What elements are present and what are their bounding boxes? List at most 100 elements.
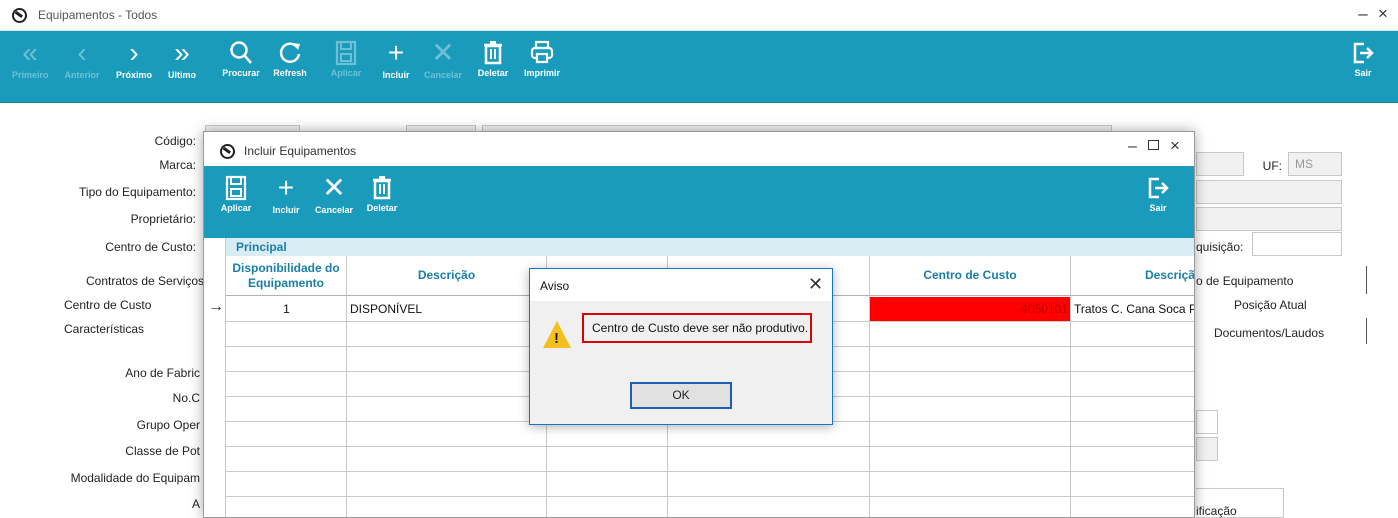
tab-divider bbox=[1366, 318, 1367, 344]
chevron-right-icon: › bbox=[129, 37, 139, 68]
aviso-close-button[interactable]: ✕ bbox=[808, 274, 823, 295]
aviso-title-bar: Aviso ✕ bbox=[530, 269, 832, 301]
aviso-dialog: Aviso ✕ ! Centro de Custo deve ser não p… bbox=[529, 268, 833, 425]
row-marker-arrow: → bbox=[208, 298, 224, 315]
dialog-close-button[interactable]: × bbox=[1170, 136, 1180, 156]
dialog-title-bar: Incluir Equipamentos – × bbox=[204, 132, 1194, 166]
search-button[interactable]: Procurar bbox=[218, 31, 264, 103]
tipo-equipamento-label: Tipo do Equipamento: bbox=[79, 185, 196, 199]
tab-divider bbox=[1366, 266, 1367, 294]
dialog-toolbar: Aplicar + Incluir ✕ Cancelar Deletar Sai… bbox=[204, 166, 1194, 238]
chevron-left-icon: ‹ bbox=[77, 37, 87, 68]
tab-contratos[interactable]: Contratos de Serviços bbox=[86, 274, 204, 288]
trash-icon bbox=[373, 176, 391, 200]
column-header-descricao-2[interactable]: Descriçã bbox=[1071, 256, 1194, 296]
dialog-maximize-button[interactable] bbox=[1148, 140, 1159, 150]
a-label: A bbox=[191, 497, 200, 511]
classe-label: Classe de Pot bbox=[125, 444, 200, 458]
tab-tipo-equipamento[interactable]: o de Equipamento bbox=[1196, 274, 1293, 288]
trash-icon bbox=[484, 41, 502, 65]
plus-icon: + bbox=[387, 37, 405, 68]
double-chevron-left-icon: « bbox=[22, 37, 38, 68]
grid-row-line bbox=[226, 496, 1194, 497]
tab-documentos-laudos[interactable]: Documentos/Laudos bbox=[1214, 326, 1324, 340]
grid-column bbox=[226, 296, 347, 517]
dialog-title: Incluir Equipamentos bbox=[244, 144, 357, 158]
uf-label: UF: bbox=[1262, 159, 1282, 173]
right-field-1[interactable] bbox=[1196, 410, 1218, 434]
column-header-descricao[interactable]: Descrição bbox=[347, 256, 547, 296]
marca-label: Marca: bbox=[159, 158, 196, 172]
cell-descricao[interactable]: DISPONÍVEL bbox=[350, 297, 545, 321]
ok-button[interactable]: OK bbox=[630, 382, 732, 409]
aviso-title: Aviso bbox=[540, 279, 570, 293]
centro-custo-label: Centro de Custo: bbox=[105, 240, 196, 254]
save-icon bbox=[335, 40, 357, 66]
last-button[interactable]: » Ultimo bbox=[162, 31, 202, 103]
cell-disponibilidade[interactable]: 1 bbox=[226, 297, 347, 321]
dialog-include-button[interactable]: + Incluir bbox=[268, 166, 304, 238]
dialog-delete-button[interactable]: Deletar bbox=[362, 166, 402, 238]
row-indicator-gutter bbox=[204, 238, 226, 517]
plus-icon: + bbox=[277, 172, 295, 203]
main-toolbar: « Primeiro ‹ Anterior › Próximo » Ultimo… bbox=[0, 31, 1398, 103]
identificacao-label: ificação bbox=[1196, 504, 1237, 518]
save-icon bbox=[225, 175, 247, 201]
next-button[interactable]: › Próximo bbox=[112, 31, 156, 103]
dialog-exit-button[interactable]: Sair bbox=[1140, 166, 1176, 238]
app-icon bbox=[12, 8, 27, 23]
window-title: Equipamentos - Todos bbox=[38, 8, 158, 22]
exit-icon bbox=[1148, 177, 1169, 199]
cell-descricao-2[interactable]: Tratos C. Cana Soca P bbox=[1074, 297, 1194, 321]
column-header-disponibilidade[interactable]: Disponibilidade do Equipamento bbox=[226, 256, 347, 296]
grid-row-line bbox=[226, 471, 1194, 472]
tipo-field-right[interactable] bbox=[1196, 180, 1342, 204]
double-chevron-right-icon: » bbox=[174, 37, 190, 68]
dialog-minimize-button[interactable]: – bbox=[1128, 138, 1137, 156]
aquisicao-field[interactable] bbox=[1252, 232, 1342, 256]
proprietario-label: Proprietário: bbox=[130, 212, 196, 226]
grid-column bbox=[347, 296, 547, 517]
close-button[interactable]: × bbox=[1374, 4, 1392, 24]
dialog-apply-button[interactable]: Aplicar bbox=[218, 166, 254, 238]
grid-column bbox=[870, 296, 1071, 517]
include-button[interactable]: + Incluir bbox=[376, 31, 416, 103]
window-title-bar: Equipamentos - Todos – × bbox=[0, 0, 1398, 31]
tab-centro-custo[interactable]: Centro de Custo bbox=[64, 298, 151, 312]
grupo-label: Grupo Oper bbox=[136, 418, 200, 432]
modalidade-label: Modalidade do Equipam bbox=[70, 471, 200, 485]
uf-field[interactable]: MS bbox=[1288, 152, 1342, 176]
right-field-2[interactable] bbox=[1196, 437, 1218, 461]
aviso-message: Centro de Custo deve ser não produtivo. bbox=[582, 313, 812, 343]
x-icon: ✕ bbox=[322, 172, 346, 203]
dialog-cancel-button[interactable]: ✕ Cancelar bbox=[312, 166, 356, 238]
tab-caracteristicas[interactable]: Características bbox=[64, 322, 144, 336]
proprietario-field-right[interactable] bbox=[1196, 207, 1342, 231]
exit-button[interactable]: Sair bbox=[1344, 31, 1382, 103]
marca-field-right[interactable] bbox=[1196, 152, 1244, 176]
cell-centro-custo[interactable]: 4050101 bbox=[870, 297, 1070, 321]
section-header: Principal bbox=[226, 238, 1194, 256]
delete-button[interactable]: Deletar bbox=[470, 31, 516, 103]
codigo-label: Código: bbox=[154, 134, 196, 148]
search-icon bbox=[230, 41, 252, 64]
printer-icon bbox=[530, 40, 554, 64]
exit-icon bbox=[1353, 42, 1374, 64]
grid-row-line bbox=[226, 446, 1194, 447]
apply-button[interactable]: Aplicar bbox=[324, 31, 368, 103]
warning-icon-mark: ! bbox=[554, 330, 559, 347]
refresh-button[interactable]: Refresh bbox=[268, 31, 312, 103]
minimize-button[interactable]: – bbox=[1354, 4, 1372, 24]
column-header-centro-custo[interactable]: Centro de Custo bbox=[870, 256, 1071, 296]
refresh-icon bbox=[279, 42, 301, 63]
ano-fabricacao-label: Ano de Fabric bbox=[125, 366, 200, 380]
tab-posicao-atual[interactable]: Posição Atual bbox=[1234, 298, 1307, 312]
print-button[interactable]: Imprimir bbox=[518, 31, 566, 103]
x-icon: ✕ bbox=[431, 37, 455, 68]
app-icon bbox=[220, 144, 235, 159]
noc-label: No.C bbox=[172, 391, 200, 405]
first-button[interactable]: « Primeiro bbox=[12, 31, 49, 103]
prev-button[interactable]: ‹ Anterior bbox=[60, 31, 104, 103]
aquisicao-label: quisição: bbox=[1196, 240, 1244, 254]
cancel-button[interactable]: ✕ Cancelar bbox=[420, 31, 466, 103]
